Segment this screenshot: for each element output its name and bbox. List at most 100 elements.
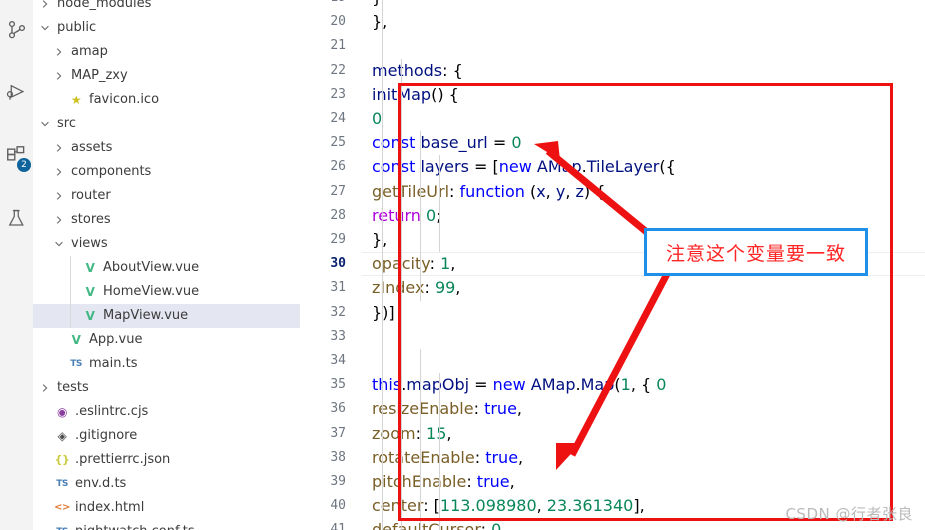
tree-item-nightwatch-conf-ts[interactable]: TSnightwatch.conf.ts (33, 520, 300, 530)
tree-item-views[interactable]: views (33, 232, 300, 256)
file-tree[interactable]: node_modules public amap MAP_zxy ★ favicon.ic… (33, 0, 300, 530)
line-number: 25 (330, 135, 346, 151)
code-line[interactable]: opacity: 1, (372, 252, 455, 276)
code-line[interactable]: resizeEnable: true, (372, 397, 522, 421)
run-and-debug-icon[interactable] (0, 68, 33, 116)
html-file-icon: <> (54, 502, 70, 513)
line-number: 39 (330, 474, 346, 489)
code-line[interactable]: zIndex: 99, (372, 276, 460, 300)
tree-item-label: views (71, 236, 108, 251)
vue-file-icon: V (85, 261, 95, 275)
tree-item-label: tests (57, 380, 89, 395)
tree-item-mapview-vue[interactable]: V MapView.vue (33, 304, 300, 328)
tree-item-amap[interactable]: amap (33, 40, 300, 64)
chevron-right-icon (51, 64, 67, 88)
tree-item-label: .gitignore (75, 428, 138, 443)
ts-file-icon: TS (70, 359, 82, 369)
code-line[interactable]: 0 (372, 107, 382, 131)
code-line[interactable]: }, (372, 10, 387, 34)
code-line[interactable]: }, (372, 228, 387, 252)
tree-item-favicon-ico[interactable]: ★ favicon.ico (33, 88, 300, 112)
tree-item-gitignore[interactable]: ◈ .gitignore (33, 424, 300, 448)
code-line[interactable]: rotateEnable: true, (372, 446, 523, 470)
line-number: 21 (330, 38, 346, 54)
tree-item-env-d-ts[interactable]: TS env.d.ts (33, 472, 300, 496)
activity-bar: 2 (0, 0, 34, 530)
code-line[interactable]: methods: { (372, 59, 463, 83)
tree-item-index-html[interactable]: <> index.html (33, 496, 300, 520)
vue-file-icon: V (85, 285, 95, 299)
line-number: 41 (330, 522, 346, 530)
line-number: 29 (330, 232, 346, 247)
tree-item-assets[interactable]: assets (33, 136, 300, 160)
tree-item-app-vue[interactable]: V App.vue (33, 328, 300, 352)
source-control-icon[interactable] (0, 6, 33, 54)
tree-item-map-zxy[interactable]: MAP_zxy (33, 64, 300, 88)
chevron-right-icon (51, 40, 67, 64)
code-line[interactable]: this.mapObj = new AMap.Map(1, { 0 (372, 373, 666, 397)
tree-item-eslintrc-cjs[interactable]: ◉ .eslintrc.cjs (33, 400, 300, 424)
tree-item-label: MAP_zxy (71, 68, 128, 83)
testing-icon[interactable] (0, 194, 33, 242)
explorer-panel: node_modules public amap MAP_zxy ★ favicon.ic… (33, 0, 301, 530)
tree-item-label: main.ts (89, 356, 138, 371)
tree-indent-guide (70, 256, 71, 328)
code-line[interactable]: const base_url = 0 (372, 131, 522, 155)
tree-item-stores[interactable]: stores (33, 208, 300, 232)
code-indent-guide (439, 373, 440, 530)
code-indent-guide (439, 155, 440, 253)
line-number: 36 (330, 401, 346, 417)
code-line[interactable]: getTileUrl: function (x, y, z) { (372, 180, 605, 204)
code-line[interactable]: } (372, 0, 382, 10)
callout-box: 注意这个变量要一致 (644, 228, 868, 276)
chevron-down-icon (51, 232, 67, 256)
line-number: 26 (330, 159, 346, 175)
line-number: 40 (330, 498, 346, 514)
tree-item-label: App.vue (89, 332, 143, 347)
tree-item-label: assets (71, 140, 113, 155)
line-number: 31 (330, 280, 346, 296)
code-indent-guide (420, 131, 421, 301)
tree-item-label: AboutView.vue (103, 260, 200, 275)
tree-item-label: .prettierrc.json (75, 452, 171, 467)
vue-file-icon: V (85, 309, 95, 323)
code-indent-guide (382, 0, 383, 530)
extensions-icon[interactable]: 2 (0, 130, 33, 178)
tree-item-node-modules[interactable]: node_modules (33, 0, 300, 16)
git-file-icon: ◈ (57, 429, 67, 443)
tree-item-main-ts[interactable]: TS main.ts (33, 352, 300, 376)
chevron-right-icon (51, 208, 67, 232)
tree-item-tests[interactable]: tests (33, 376, 300, 400)
line-number: 32 (330, 304, 346, 320)
tree-item-prettierrc-json[interactable]: {} .prettierrc.json (33, 448, 300, 472)
tree-item-label: router (71, 188, 111, 203)
tree-item-label: nightwatch.conf.ts (71, 520, 195, 530)
line-number: 34 (330, 353, 346, 368)
tree-item-label: src (57, 116, 76, 131)
code-line[interactable]: center: [113.098980, 23.361340], (372, 494, 645, 518)
tree-item-public[interactable]: public (33, 16, 300, 40)
chevron-right-icon (37, 0, 53, 16)
code-line[interactable]: pitchEnable: true, (372, 470, 515, 494)
code-line[interactable]: const layers = [new AMap.TileLayer({ (372, 155, 676, 179)
editor-vertical-scrollbar[interactable] (911, 0, 925, 530)
tree-item-label: env.d.ts (75, 476, 127, 491)
tree-item-homeview-vue[interactable]: V HomeView.vue (33, 280, 300, 304)
tree-item-router[interactable]: router (33, 184, 300, 208)
tree-item-aboutview-vue[interactable]: V AboutView.vue (33, 256, 300, 280)
tree-item-label: HomeView.vue (103, 284, 200, 299)
tree-item-src[interactable]: src (33, 112, 300, 136)
code-line[interactable]: initMap() { (372, 83, 459, 107)
tree-item-label: .eslintrc.cjs (75, 404, 149, 419)
code-line[interactable]: })] (372, 301, 395, 325)
tree-item-components[interactable]: components (33, 160, 300, 184)
tree-item-label: favicon.ico (89, 92, 160, 107)
